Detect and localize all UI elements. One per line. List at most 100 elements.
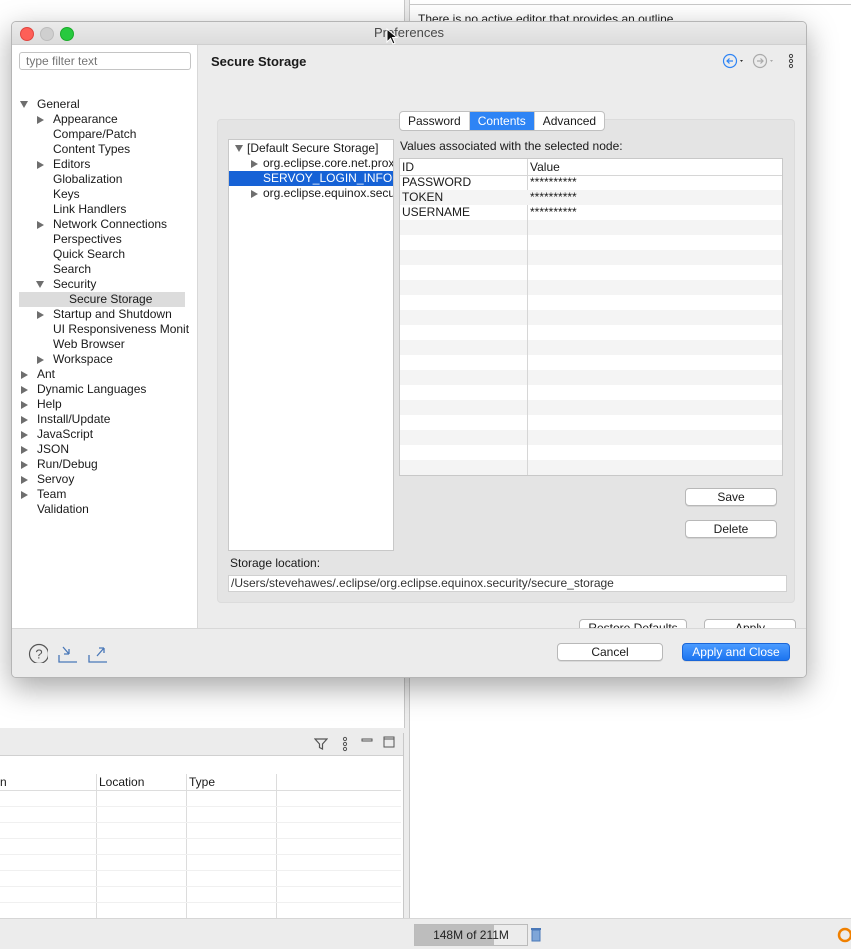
tree-item[interactable]: Help: [37, 397, 62, 412]
back-icon[interactable]: [722, 53, 748, 69]
expanded-arrow-icon[interactable]: [36, 281, 44, 288]
tree-item[interactable]: Quick Search: [53, 247, 125, 262]
tree-item[interactable]: General: [37, 97, 80, 112]
tab-password[interactable]: Password: [400, 112, 470, 130]
problems-view: [0, 733, 404, 919]
dialog-footer: ? Cancel Apply and Close: [12, 628, 806, 677]
tree-item[interactable]: Install/Update: [37, 412, 110, 427]
tree-item[interactable]: Run/Debug: [37, 457, 98, 472]
tree-item[interactable]: JSON: [37, 442, 69, 457]
collapsed-arrow-icon[interactable]: [251, 190, 258, 198]
cancel-button[interactable]: Cancel: [557, 643, 663, 661]
expanded-arrow-icon[interactable]: [20, 101, 28, 108]
maximize-icon[interactable]: [383, 736, 395, 748]
collapsed-arrow-icon[interactable]: [21, 386, 28, 394]
secure-storage-node[interactable]: [Default Secure Storage]: [247, 141, 378, 156]
tree-item[interactable]: UI Responsiveness Monit: [53, 322, 189, 337]
column-header-location[interactable]: Location: [99, 775, 144, 789]
column-header-id[interactable]: ID: [402, 160, 414, 174]
save-button[interactable]: Save: [685, 488, 777, 506]
view-menu-icon[interactable]: [341, 736, 349, 752]
tree-item[interactable]: Ant: [37, 367, 55, 382]
notification-icon[interactable]: [835, 926, 851, 944]
collapsed-arrow-icon[interactable]: [37, 356, 44, 364]
tree-item[interactable]: Appearance: [53, 112, 118, 127]
collapsed-arrow-icon[interactable]: [21, 476, 28, 484]
tree-item[interactable]: Compare/Patch: [53, 127, 136, 142]
values-table-header: ID Value: [400, 159, 782, 176]
tab-advanced[interactable]: Advanced: [535, 112, 604, 130]
collapsed-arrow-icon[interactable]: [37, 221, 44, 229]
tree-item[interactable]: Secure Storage: [69, 292, 152, 307]
collapsed-arrow-icon[interactable]: [37, 116, 44, 124]
tree-item[interactable]: Keys: [53, 187, 80, 202]
collapsed-arrow-icon[interactable]: [21, 461, 28, 469]
collapsed-arrow-icon[interactable]: [21, 431, 28, 439]
tree-item[interactable]: Security: [53, 277, 96, 292]
tree-item[interactable]: Globalization: [53, 172, 122, 187]
heap-status[interactable]: 148M of 211M: [414, 924, 528, 946]
empty-table-row: [400, 295, 782, 310]
tree-item[interactable]: Link Handlers: [53, 202, 126, 217]
tree-item[interactable]: Web Browser: [53, 337, 125, 352]
filter-icon[interactable]: [314, 737, 328, 751]
row-divider: [0, 806, 401, 807]
column-header-type[interactable]: Type: [189, 775, 215, 789]
delete-button[interactable]: Delete: [685, 520, 777, 538]
expanded-arrow-icon[interactable]: [235, 145, 243, 152]
row-id: USERNAME: [402, 205, 471, 219]
tree-item[interactable]: Dynamic Languages: [37, 382, 146, 397]
row-divider: [0, 886, 401, 887]
column-header-value[interactable]: Value: [530, 160, 560, 174]
export-icon[interactable]: [87, 643, 107, 663]
import-icon[interactable]: [57, 643, 77, 663]
preference-tree-panel: GeneralAppearanceCompare/PatchContent Ty…: [12, 45, 198, 628]
minimize-icon[interactable]: [361, 736, 373, 748]
secure-storage-node[interactable]: org.eclipse.core.net.prox: [263, 156, 393, 171]
empty-table-row: [400, 400, 782, 415]
table-row[interactable]: USERNAME **********: [400, 205, 782, 220]
secure-storage-node-tree[interactable]: [Default Secure Storage] org.eclipse.core…: [228, 139, 394, 551]
collapsed-arrow-icon[interactable]: [21, 446, 28, 454]
collapsed-arrow-icon[interactable]: [21, 371, 28, 379]
tab-contents[interactable]: Contents: [469, 112, 535, 130]
filter-input[interactable]: [19, 52, 191, 70]
tree-item[interactable]: Perspectives: [53, 232, 122, 247]
row-divider: [0, 902, 401, 903]
page-menu-icon[interactable]: [787, 53, 795, 69]
secure-storage-node[interactable]: SERVOY_LOGIN_INFO: [263, 171, 392, 186]
collapsed-arrow-icon[interactable]: [21, 416, 28, 424]
forward-icon[interactable]: [752, 53, 778, 69]
collapsed-arrow-icon[interactable]: [21, 491, 28, 499]
tree-item[interactable]: Editors: [53, 157, 90, 172]
help-icon[interactable]: ?: [28, 643, 48, 663]
empty-table-row: [400, 415, 782, 430]
tree-item[interactable]: Servoy: [37, 472, 74, 487]
collapsed-arrow-icon[interactable]: [251, 160, 258, 168]
table-row[interactable]: TOKEN **********: [400, 190, 782, 205]
empty-table-row: [400, 475, 782, 476]
tree-item[interactable]: JavaScript: [37, 427, 93, 442]
problems-view-toolbar: [0, 733, 403, 756]
collapsed-arrow-icon[interactable]: [37, 311, 44, 319]
collapsed-arrow-icon[interactable]: [37, 161, 44, 169]
problems-table-header: n Location Type: [0, 774, 401, 791]
tree-item[interactable]: Team: [37, 487, 66, 502]
column-header-name[interactable]: n: [0, 775, 7, 789]
apply-and-close-button[interactable]: Apply and Close: [682, 643, 790, 661]
secure-storage-node[interactable]: org.eclipse.equinox.secu: [263, 186, 393, 201]
table-row[interactable]: PASSWORD **********: [400, 175, 782, 190]
tree-item[interactable]: Network Connections: [53, 217, 167, 232]
values-table[interactable]: ID Value PASSWORD ********** TOKEN *****…: [399, 158, 783, 476]
storage-location-field[interactable]: /Users/stevehawes/.eclipse/org.eclipse.e…: [228, 575, 787, 592]
preferences-dialog: Preferences GeneralAppearanceCompare/Pat…: [11, 21, 807, 678]
tree-item[interactable]: Validation: [37, 502, 89, 517]
tree-item[interactable]: Workspace: [53, 352, 113, 367]
trash-icon[interactable]: [530, 927, 542, 942]
tree-item[interactable]: Startup and Shutdown: [53, 307, 172, 322]
values-label: Values associated with the selected node…: [400, 139, 623, 153]
tree-item[interactable]: Search: [53, 262, 91, 277]
tree-item[interactable]: Content Types: [53, 142, 130, 157]
collapsed-arrow-icon[interactable]: [21, 401, 28, 409]
row-value: **********: [530, 205, 577, 219]
